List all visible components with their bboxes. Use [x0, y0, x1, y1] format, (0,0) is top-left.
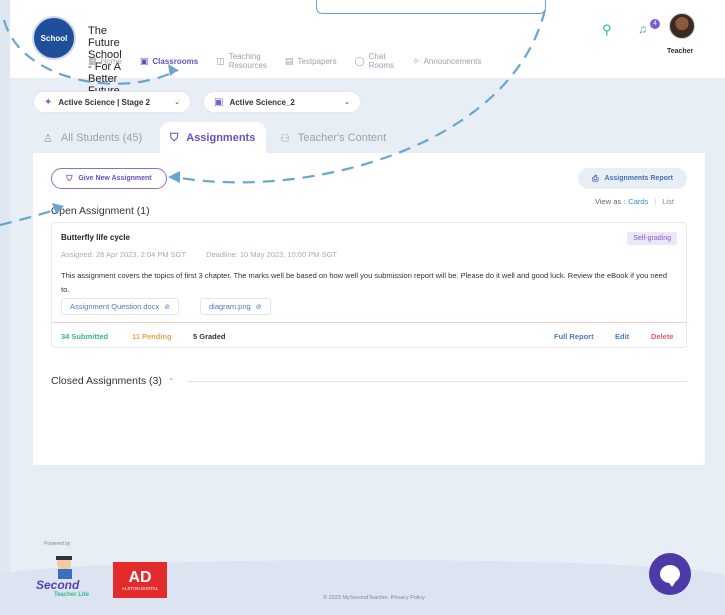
nav-testpapers[interactable]: ▤ Testpapers — [285, 52, 337, 70]
submitted-count[interactable]: 34 Submitted — [61, 332, 108, 341]
left-gutter — [0, 0, 10, 615]
paper-icon: ▤ — [284, 55, 294, 66]
chat-icon: ◯ — [354, 55, 365, 66]
mst-logo-subtext: Teacher Lite — [54, 592, 89, 598]
grid-icon: ▦ — [88, 55, 97, 66]
chat-support-button[interactable] — [649, 553, 691, 595]
assignment-title[interactable]: Butterfly life cycle — [61, 233, 130, 242]
chevron-down-icon: ⌄ — [344, 99, 350, 106]
printer-icon: ⎙ — [592, 173, 599, 183]
nav-chat-rooms[interactable]: ◯ Chat Rooms — [355, 52, 394, 70]
powered-by-label: Powered by — [44, 541, 71, 547]
megaphone-icon: ✧ — [412, 55, 420, 66]
board-icon: ▣ — [139, 55, 149, 66]
highlight-box — [316, 0, 546, 14]
attachment-docx[interactable]: Assignment Question.docx ⊘ — [61, 298, 180, 315]
school-logo[interactable]: School — [32, 16, 76, 60]
closed-assignments-toggle[interactable]: Closed Assignments (3) ⌃ — [51, 375, 175, 387]
attachment-png[interactable]: diagram.png ⊘ — [200, 298, 271, 315]
alston-digital-logo: AD ALSTON DIGITAL — [113, 562, 167, 598]
pending-count[interactable]: 11 Pending — [132, 332, 172, 341]
edit-link[interactable]: Edit — [615, 332, 629, 341]
nav-announcements[interactable]: ✧ Announcements — [412, 52, 481, 70]
avatar[interactable] — [669, 13, 695, 39]
section-divider — [187, 381, 687, 382]
mst-logo-text: Second — [36, 578, 80, 592]
view-toggle: View as : Cards | List — [595, 197, 674, 206]
nav-teaching-resources[interactable]: ◫ Teaching Resources — [216, 52, 267, 70]
assignment-icon: ⛉ — [170, 131, 179, 144]
paperclip-icon: ⊘ — [164, 303, 171, 311]
chevron-up-icon: ⌃ — [167, 376, 175, 386]
science-icon: ✦ — [44, 96, 53, 108]
tab-all-students[interactable]: ♙ All Students (45) — [33, 122, 157, 154]
students-icon: ♙ — [43, 132, 53, 145]
paperclip-icon: ⊘ — [255, 303, 262, 311]
class-dropdown[interactable]: ▣ Active Science_2 ⌄ — [203, 91, 361, 113]
nav-home[interactable]: ▦ Home — [88, 52, 122, 70]
copyright-text[interactable]: © 2023 MySecondTeacher. Privacy Policy — [323, 595, 425, 601]
delete-link[interactable]: Delete — [651, 332, 674, 341]
graded-count[interactable]: 5 Graded — [193, 332, 226, 341]
chat-bubble-icon — [660, 565, 680, 587]
tab-teachers-content[interactable]: ⚇ Teacher's Content — [270, 122, 406, 154]
self-grading-badge: Self-grading — [627, 232, 677, 245]
class-icon: ▣ — [214, 96, 224, 108]
assignment-dates: Assigned: 26 Apr 2023, 2:04 PM SGT Deadli… — [61, 250, 337, 259]
chevron-down-icon: ⌄ — [174, 99, 180, 106]
notification-badge: 4 — [650, 19, 660, 29]
nav-classrooms[interactable]: ▣ Classrooms — [140, 52, 198, 70]
tab-assignments[interactable]: ⛉ Assignments — [160, 122, 266, 154]
assigned-date: Assigned: 26 Apr 2023, 2:04 PM SGT — [61, 250, 187, 259]
give-new-assignment-button[interactable]: ⛉ Give New Assignment — [51, 168, 167, 189]
open-assignment-heading: Open Assignment (1) — [51, 205, 150, 217]
assignment-icon: ⛉ — [66, 173, 73, 183]
assignments-report-button[interactable]: ⎙ Assignments Report — [578, 168, 687, 189]
view-cards-link[interactable]: Cards — [628, 197, 648, 206]
full-report-link[interactable]: Full Report — [554, 332, 594, 341]
logo-text: School — [40, 33, 68, 43]
assignment-card: Butterfly life cycle Self-grading Assign… — [51, 222, 687, 348]
bell-icon[interactable]: ♫ — [638, 22, 647, 36]
view-list-link[interactable]: List — [662, 197, 674, 206]
main-nav: ▦ Home ▣ Classrooms ◫ Teaching Resources ▤ T… — [88, 52, 499, 70]
card-divider — [52, 322, 686, 323]
assignment-description: This assignment covers the topics of fir… — [61, 271, 668, 294]
stage-dropdown[interactable]: ✦ Active Science | Stage 2 ⌄ — [33, 91, 191, 113]
user-role-label: Teacher — [667, 48, 694, 55]
search-icon[interactable]: ⚲ — [602, 22, 612, 38]
book-icon: ◫ — [216, 55, 225, 66]
deadline-date: Deadline: 10 May 2023, 10:00 PM SGT — [206, 250, 337, 259]
footer-wave — [0, 560, 725, 615]
divider: | — [654, 197, 657, 206]
content-icon: ⚇ — [280, 132, 290, 145]
